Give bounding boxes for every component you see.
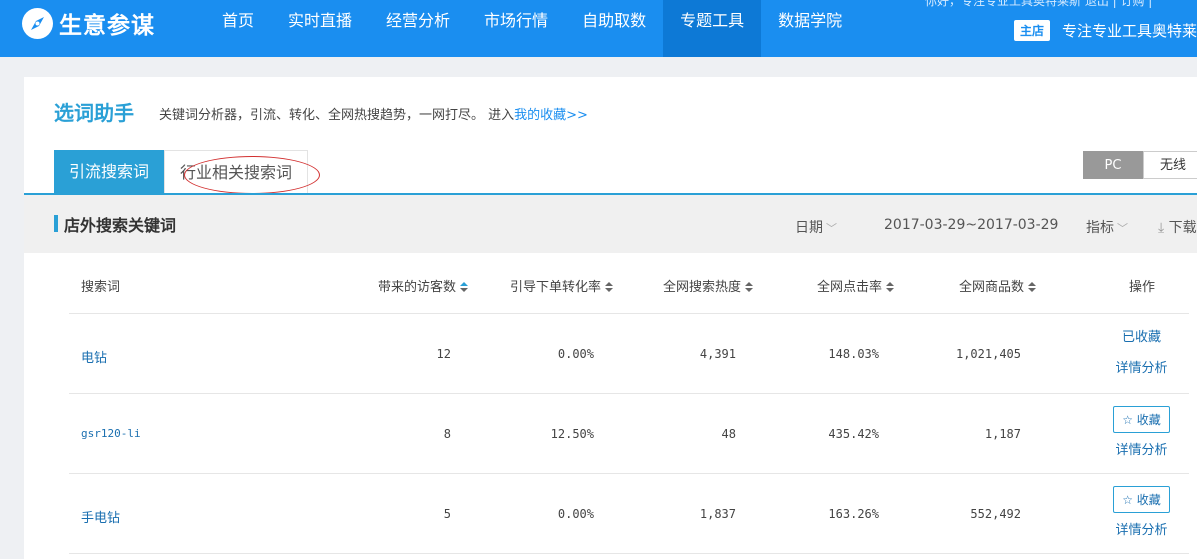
description-text: 关键词分析器，引流、转化、全网热搜趋势，一网打尽。 进入 [159,108,515,123]
metric-filter[interactable]: 指标 ﹀ [1086,217,1128,237]
col-actions: 操作 [1129,280,1156,295]
goods-value: 1,187 [984,427,1021,441]
conversion-value: 12.50% [550,427,594,441]
col-ctr[interactable]: 全网点击率 [817,276,895,295]
nav-self-service-data[interactable]: 自助取数 [565,0,663,57]
detail-analysis-link[interactable]: 详情分析 [1109,439,1174,458]
date-filter[interactable]: 日期 ﹀ [795,217,837,237]
col-ctr-label: 全网点击率 [817,280,883,295]
date-range[interactable]: 2017-03-29~2017-03-29 [884,217,1058,233]
brand-logo[interactable]: 生意参谋 [22,6,155,40]
tab-bar: 引流搜索词 行业相关搜索词 [54,150,309,193]
section-header: 店外搜索关键词 日期 ﹀ 2017-03-29~2017-03-29 指标 ﹀ ⤓ … [24,195,1197,253]
row-actions: 已收藏 详情分析 [1109,326,1174,376]
tab-industry-related-words[interactable]: 行业相关搜索词 [164,150,309,193]
sort-icon [745,282,754,293]
sort-icon [460,282,469,293]
col-keyword: 搜索词 [81,280,121,295]
col-conversion-label: 引导下单转化率 [510,280,602,295]
search-heat-value: 48 [721,427,736,441]
compass-icon [22,7,53,39]
visitors-value: 5 [443,507,451,521]
nav-special-tools[interactable]: 专题工具 [663,0,762,57]
keyword-link[interactable]: gsr120-li [81,427,141,440]
col-goods-label: 全网商品数 [959,280,1025,295]
table-row: gsr120-li 8 12.50% 48 435.42% 1,187 ☆ 收藏… [69,394,1189,474]
table-row: 手电钻 5 0.00% 1,837 163.26% 552,492 ☆ 收藏 详… [69,474,1189,554]
section-title: 店外搜索关键词 [64,216,177,235]
tab-traffic-search-words[interactable]: 引流搜索词 [54,150,165,193]
col-conversion[interactable]: 引导下单转化率 [510,276,614,295]
nav-market[interactable]: 市场行情 [467,0,565,57]
sort-icon [1028,282,1037,293]
visitors-value: 8 [443,427,451,441]
brand-name: 生意参谋 [59,13,155,39]
conversion-value: 0.00% [557,347,594,361]
download-icon: ⤓ [1158,220,1165,236]
nav-business-analysis[interactable]: 经营分析 [369,0,467,57]
user-links[interactable]: 你好，专注专业工具奥特莱斯 退出 | 订购 | [925,0,1152,9]
metric-filter-label: 指标 [1086,220,1114,236]
shop-badge: 主店 [1014,20,1051,41]
sort-icon [605,282,614,293]
col-goods[interactable]: 全网商品数 [959,276,1037,295]
favorited-label[interactable]: 已收藏 [1109,326,1174,345]
download-label: 下载 [1168,220,1197,236]
sort-icon [886,282,895,293]
favorite-button[interactable]: ☆ 收藏 [1113,406,1170,433]
table-header: 搜索词 带来的访客数 引导下单转化率 全网搜索热度 全网点击率 全网商品数 操作 [69,253,1189,314]
col-search-heat-label: 全网搜索热度 [663,280,742,295]
keyword-link[interactable]: 手电钻 [81,507,120,526]
page-description: 关键词分析器，引流、转化、全网热搜趋势，一网打尽。 进入我的收藏>> [159,104,588,123]
search-heat-value: 4,391 [699,347,736,361]
table-row: 电钻 12 0.00% 4,391 148.03% 1,021,405 已收藏 … [69,314,1189,394]
section-marker [54,215,58,232]
download-button[interactable]: ⤓ 下载 [1158,217,1197,237]
goods-value: 552,492 [970,507,1021,521]
shop-name[interactable]: 专注专业工具奥特莱 [1062,20,1197,41]
ctr-value: 435.42% [828,427,879,441]
nav-data-academy[interactable]: 数据学院 [761,0,859,57]
device-mobile-button[interactable]: 无线 [1143,151,1197,179]
date-filter-label: 日期 [795,220,823,236]
row-actions: ☆ 收藏 详情分析 [1109,486,1174,538]
visitors-value: 12 [436,347,451,361]
nav-home[interactable]: 首页 [205,0,271,57]
col-visitors[interactable]: 带来的访客数 [378,276,469,295]
keyword-table: 搜索词 带来的访客数 引导下单转化率 全网搜索热度 全网点击率 全网商品数 操作… [69,253,1189,554]
ctr-value: 163.26% [828,507,879,521]
keyword-link[interactable]: 电钻 [81,347,107,366]
main-nav: 首页 实时直播 经营分析 市场行情 自助取数 专题工具 数据学院 [205,0,859,57]
keyword-assistant-panel: 选词助手 关键词分析器，引流、转化、全网热搜趋势，一网打尽。 进入我的收藏>> … [24,77,1197,559]
my-favorites-link[interactable]: 我的收藏>> [514,108,588,123]
detail-analysis-link[interactable]: 详情分析 [1109,357,1174,376]
device-pc-button[interactable]: PC [1083,151,1143,179]
nav-live[interactable]: 实时直播 [271,0,369,57]
search-heat-value: 1,837 [699,507,736,521]
chevron-down-icon: ﹀ [826,222,837,235]
favorite-button[interactable]: ☆ 收藏 [1113,486,1170,513]
col-visitors-label: 带来的访客数 [378,280,457,295]
col-search-heat[interactable]: 全网搜索热度 [663,276,754,295]
top-navigation-bar: 生意参谋 首页 实时直播 经营分析 市场行情 自助取数 专题工具 数据学院 你好… [0,0,1197,57]
conversion-value: 0.00% [557,507,594,521]
device-toggle: PC 无线 [1083,151,1197,179]
detail-analysis-link[interactable]: 详情分析 [1109,519,1174,538]
page-title: 选词助手 [54,101,134,125]
row-actions: ☆ 收藏 详情分析 [1109,406,1174,458]
ctr-value: 148.03% [828,347,879,361]
chevron-down-icon: ﹀ [1117,222,1128,235]
goods-value: 1,021,405 [955,347,1021,361]
